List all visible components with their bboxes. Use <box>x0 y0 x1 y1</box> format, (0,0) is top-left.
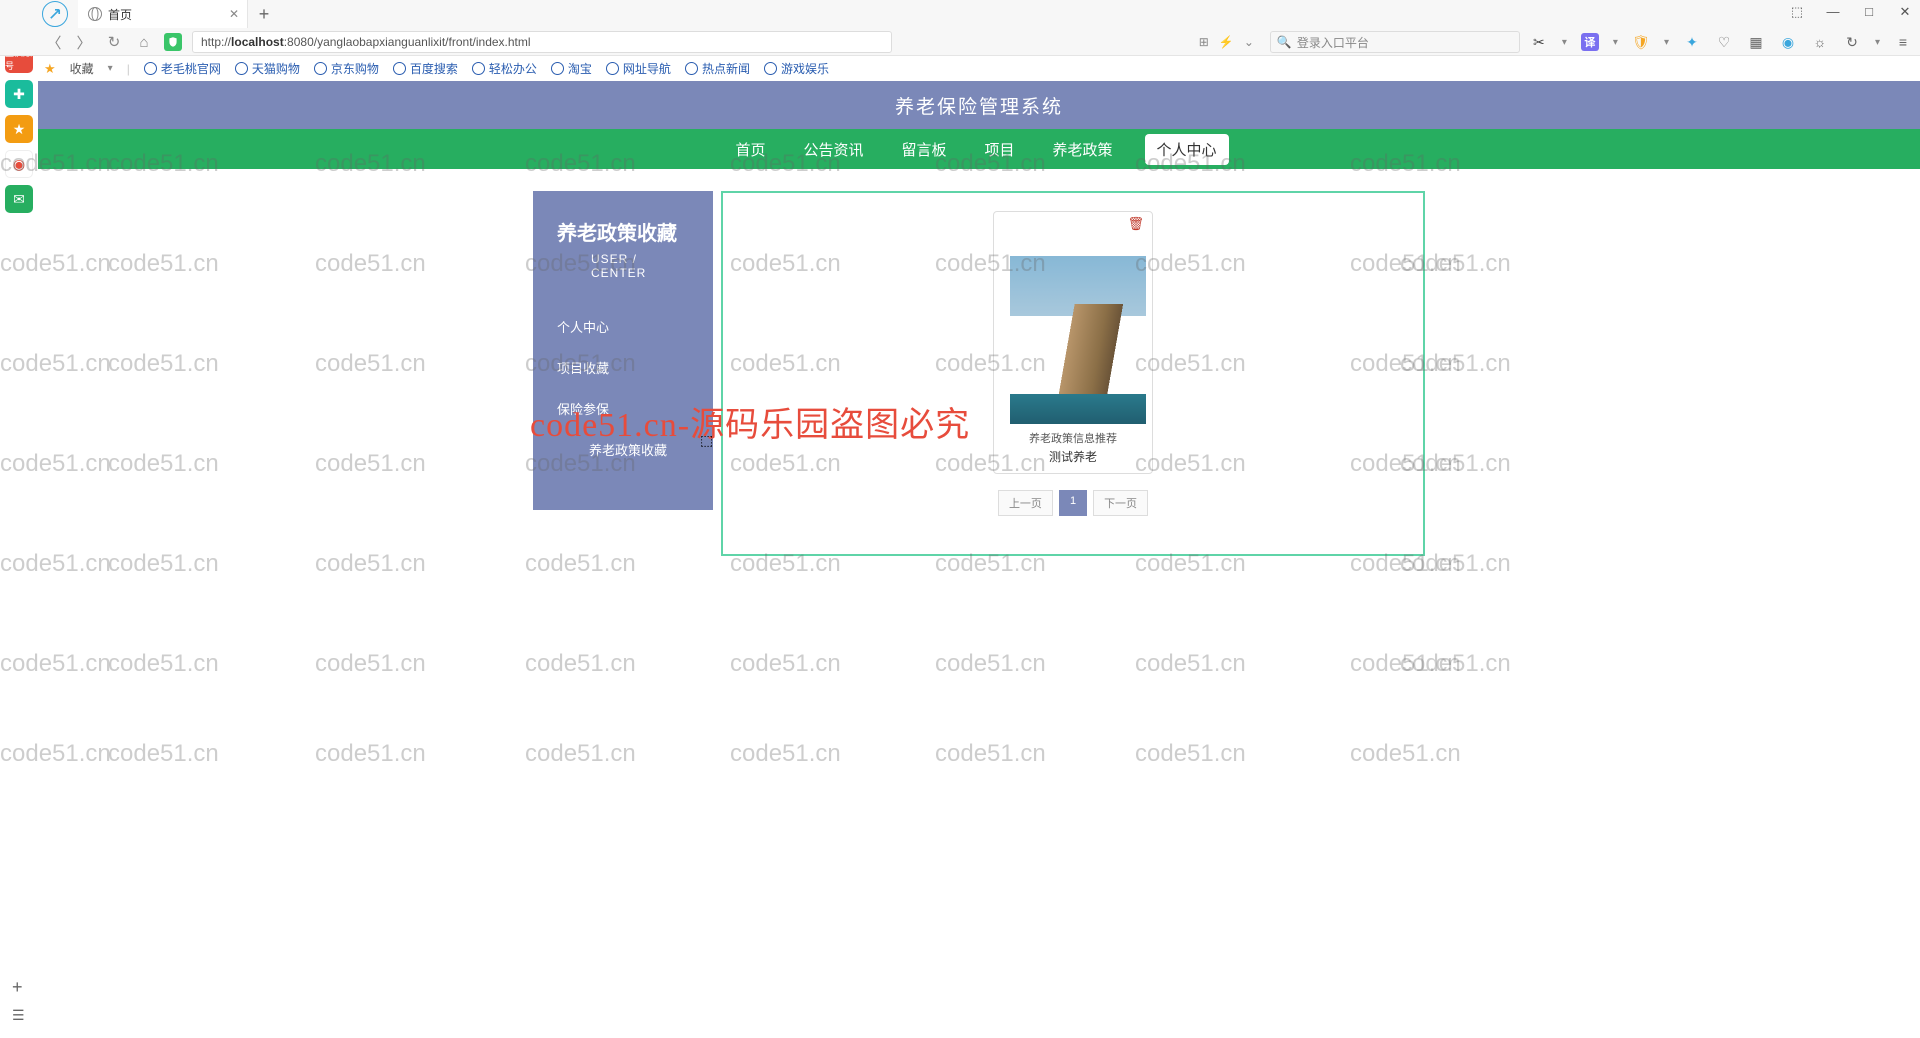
tab-title: 首页 <box>108 6 132 23</box>
wand-icon[interactable]: ✦ <box>1683 33 1701 51</box>
card-image <box>1002 234 1146 424</box>
wardrobe-icon[interactable]: ⬚ <box>1788 4 1806 20</box>
side-star-icon[interactable]: ★ <box>5 115 33 143</box>
sidebar-subtitle: USER / CENTER <box>533 252 713 306</box>
browser-tab[interactable]: 首页 ✕ <box>78 0 248 28</box>
sun-icon[interactable]: ☼ <box>1811 33 1829 51</box>
side-menu-button[interactable]: ☰ <box>12 1007 25 1024</box>
browser-chrome: 首页 ✕ + ⬚ — □ ✕ 〈 〉 ↻ ⌂ http://localhost:… <box>0 0 1920 56</box>
target-icon[interactable] <box>42 1 68 27</box>
search-icon: 🔍 <box>1277 35 1292 49</box>
url-host: localhost <box>231 35 284 49</box>
page-viewport: 养老保险管理系统 首页 公告资讯 留言板 项目 养老政策 个人中心 养老政策收藏… <box>38 81 1920 1038</box>
pager-prev[interactable]: 上一页 <box>998 490 1053 516</box>
bookmark-icon <box>764 62 777 75</box>
close-tab-icon[interactable]: ✕ <box>229 7 239 21</box>
trash-icon[interactable]: 🗑 <box>1127 216 1144 232</box>
bookmark-icon <box>314 62 327 75</box>
bookmark-icon <box>606 62 619 75</box>
sidebar-item-project-fav[interactable]: 项目收藏 <box>533 347 713 388</box>
globe-tool-icon[interactable]: ◉ <box>1779 33 1797 51</box>
close-window-button[interactable]: ✕ <box>1896 4 1914 20</box>
bookmark-item[interactable]: 京东购物 <box>314 60 379 77</box>
url-prefix: http:// <box>201 35 231 49</box>
nav-notice[interactable]: 公告资讯 <box>797 134 869 165</box>
shield-icon[interactable] <box>164 33 182 51</box>
qr-icon[interactable]: ⊞ <box>1199 35 1209 49</box>
bookmark-icon <box>235 62 248 75</box>
bookmark-icon <box>144 62 157 75</box>
menu-icon[interactable]: ≡ <box>1894 33 1912 51</box>
refresh-tool-icon[interactable]: ↻ <box>1843 33 1861 51</box>
minimize-button[interactable]: — <box>1824 4 1842 20</box>
site-title: 养老保险管理系统 <box>895 92 1063 119</box>
grid-icon[interactable]: ▦ <box>1747 33 1765 51</box>
main-content: 🗑 养老政策信息推荐 测试养老 上一页 1 下一页 <box>721 191 1425 556</box>
side-app1-icon[interactable]: ✚ <box>5 80 33 108</box>
side-weibo-icon[interactable]: ◉ <box>5 150 33 178</box>
bookmarks-bar: ★ 收藏 ▾ | 老毛桃官网 天猫购物 京东购物 百度搜索 轻松办公 淘宝 网址… <box>44 56 829 81</box>
bookmark-icon <box>685 62 698 75</box>
pager-page-1[interactable]: 1 <box>1059 490 1087 516</box>
bookmark-item[interactable]: 轻松办公 <box>472 60 537 77</box>
nav-message[interactable]: 留言板 <box>895 134 952 165</box>
bookmark-item[interactable]: 天猫购物 <box>235 60 300 77</box>
bookmark-item[interactable]: 老毛桃官网 <box>144 60 221 77</box>
search-placeholder: 登录入口平台 <box>1297 34 1369 51</box>
globe-icon <box>88 7 102 21</box>
nav-project[interactable]: 项目 <box>979 134 1021 165</box>
sidebar-title: 养老政策收藏 <box>533 217 713 252</box>
side-mail-icon[interactable]: ✉ <box>5 185 33 213</box>
nav-policy[interactable]: 养老政策 <box>1047 134 1119 165</box>
chevron-down-icon[interactable]: ⌄ <box>1244 35 1254 49</box>
window-controls: ⬚ — □ ✕ <box>1788 4 1914 20</box>
bookmark-item[interactable]: 淘宝 <box>551 60 592 77</box>
nav-home[interactable]: 首页 <box>729 134 771 165</box>
main-nav: 首页 公告资讯 留言板 项目 养老政策 个人中心 <box>38 129 1920 169</box>
nav-user-center[interactable]: 个人中心 <box>1145 134 1229 165</box>
pagination: 上一页 1 下一页 <box>743 490 1403 516</box>
home-button[interactable]: ⌂ <box>134 32 154 52</box>
sidebar-item-profile[interactable]: 个人中心 <box>533 306 713 347</box>
bookmark-icon <box>472 62 485 75</box>
forward-button[interactable]: 〉 <box>74 32 94 52</box>
new-tab-button[interactable]: + <box>250 0 278 28</box>
bookmark-icon <box>551 62 564 75</box>
os-sidebar: 整供账号 ✚ ★ ◉ ✉ <box>0 0 38 1038</box>
bookmark-icon <box>393 62 406 75</box>
search-input[interactable]: 🔍 登录入口平台 <box>1270 31 1520 53</box>
address-bar[interactable]: http://localhost:8080/yanglaobapxianguan… <box>192 31 892 53</box>
bookmark-item[interactable]: 游戏娱乐 <box>764 60 829 77</box>
sidebar-item-insurance[interactable]: 保险参保 <box>533 388 713 429</box>
favorite-card[interactable]: 🗑 养老政策信息推荐 测试养老 <box>993 211 1153 474</box>
back-button[interactable]: 〈 <box>44 32 64 52</box>
pager-next[interactable]: 下一页 <box>1093 490 1148 516</box>
translate-icon[interactable]: 译 <box>1581 33 1599 51</box>
cursor-icon: ⬚ <box>700 432 713 449</box>
bookmark-item[interactable]: 网址导航 <box>606 60 671 77</box>
scissors-icon[interactable]: ✂ <box>1530 33 1548 51</box>
sidebar-item-policy-fav[interactable]: 养老政策收藏 <box>533 429 713 470</box>
card-label: 养老政策信息推荐 <box>1002 430 1144 446</box>
star-icon: ★ <box>44 61 56 77</box>
favorites-label[interactable]: 收藏 <box>70 60 94 77</box>
maximize-button[interactable]: □ <box>1860 4 1878 20</box>
site-header: 养老保险管理系统 <box>38 81 1920 129</box>
reload-button[interactable]: ↻ <box>104 32 124 52</box>
bookmark-item[interactable]: 热点新闻 <box>685 60 750 77</box>
card-title: 测试养老 <box>1002 448 1144 465</box>
url-rest: :8080/yanglaobapxianguanlixit/front/inde… <box>284 35 531 49</box>
user-sidebar: 养老政策收藏 USER / CENTER 个人中心 项目收藏 保险参保 养老政策… <box>533 191 713 510</box>
heart-icon[interactable]: ♡ <box>1715 33 1733 51</box>
flash-icon[interactable]: ⚡ <box>1219 35 1234 49</box>
side-add-button[interactable]: + <box>12 977 23 998</box>
bookmark-item[interactable]: 百度搜索 <box>393 60 458 77</box>
security-icon[interactable]: 🛡 <box>1632 33 1650 51</box>
